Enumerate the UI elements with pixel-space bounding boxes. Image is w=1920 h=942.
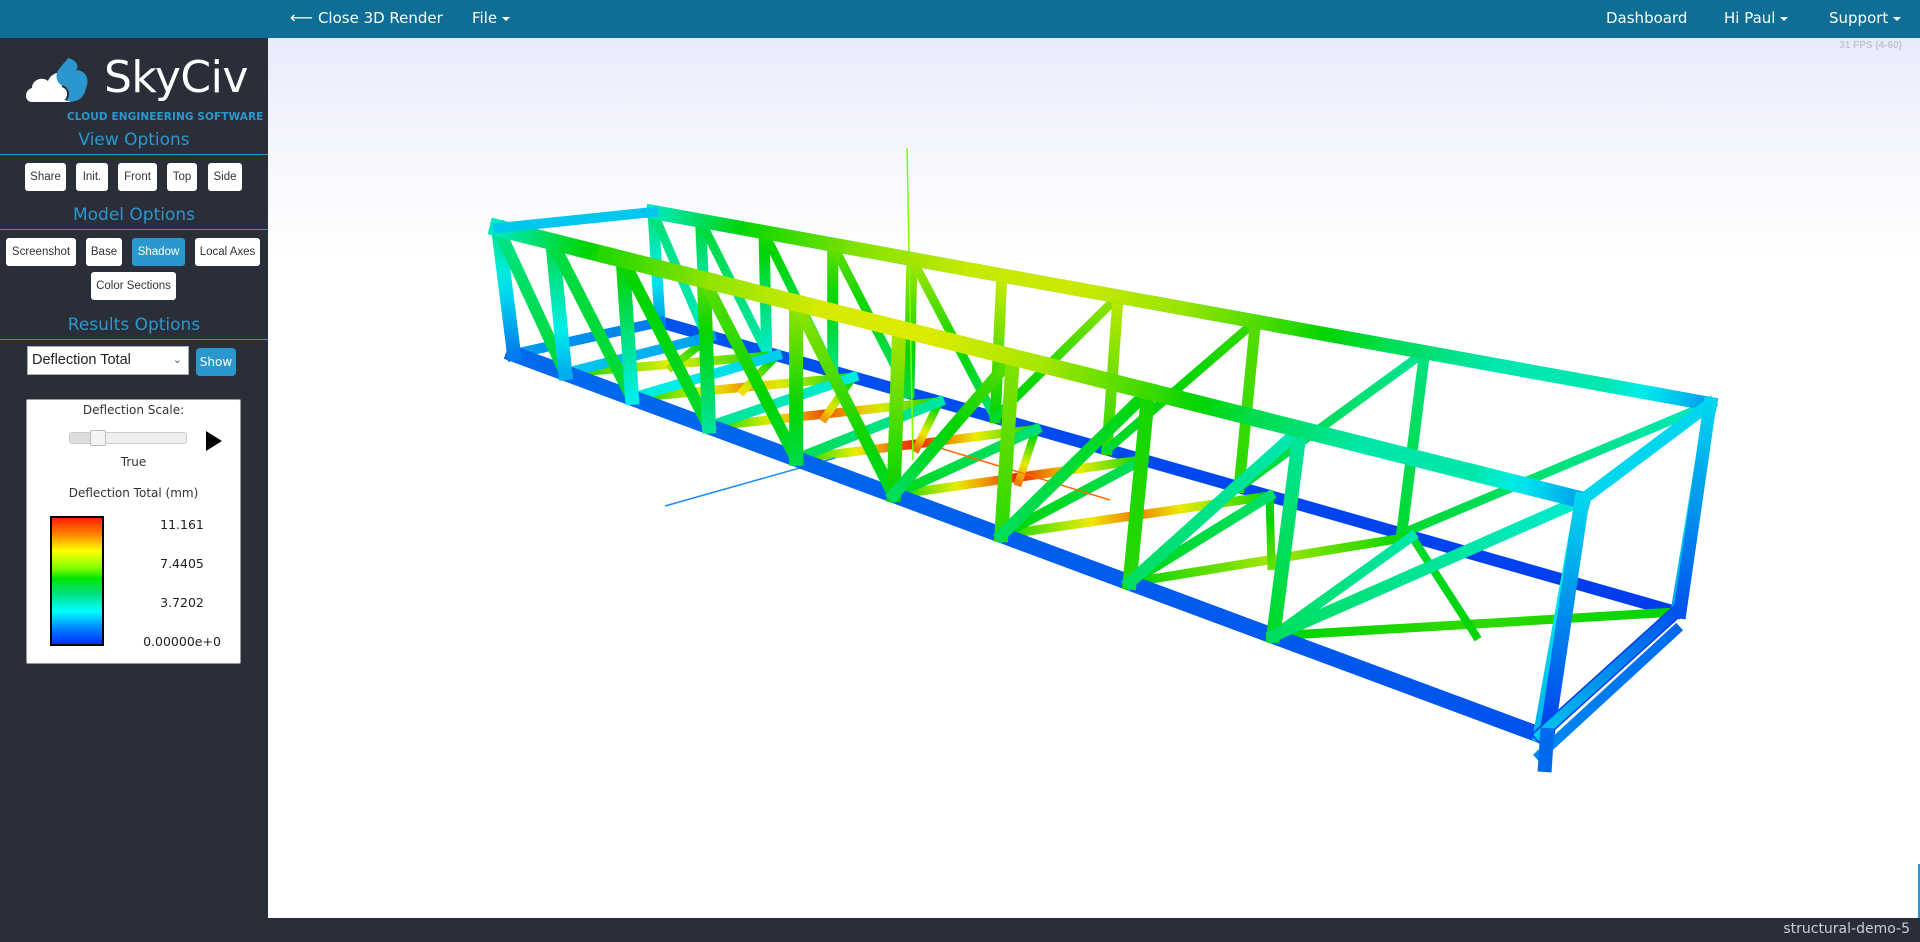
- deflection-scale-slider[interactable]: [69, 430, 187, 446]
- caret-down-icon: [1893, 16, 1902, 21]
- sidebar: SkyCiv CLOUD ENGINEERING SOFTWARE View O…: [0, 38, 268, 918]
- local-axes-button[interactable]: Local Axes: [195, 238, 260, 266]
- share-button[interactable]: Share: [25, 163, 66, 191]
- screenshot-button[interactable]: Screenshot: [6, 238, 76, 266]
- truss-3d-model[interactable]: [268, 38, 1920, 918]
- dashboard-label: Dashboard: [1606, 9, 1688, 27]
- back-top-chord-segment[interactable]: [961, 261, 1084, 297]
- end-post-foot[interactable]: [1537, 727, 1555, 773]
- file-menu[interactable]: File: [472, 0, 511, 38]
- front-vertical[interactable]: [886, 321, 907, 503]
- top-view-button[interactable]: Top: [167, 163, 197, 191]
- end-top-strut-left[interactable]: [492, 206, 659, 234]
- front-view-button[interactable]: Front: [118, 163, 157, 191]
- support-menu-label: Support: [1829, 9, 1889, 27]
- back-top-chord-segment[interactable]: [1173, 299, 1296, 336]
- side-view-button[interactable]: Side: [208, 163, 242, 191]
- back-top-chord-segment[interactable]: [644, 203, 767, 240]
- user-menu-label: Hi Paul: [1724, 9, 1776, 27]
- status-bar: structural-demo-5: [0, 918, 1920, 942]
- legend-tick-min: 0.00000e+0: [143, 634, 221, 649]
- results-options-title: Results Options: [67, 315, 201, 335]
- back-top-chord-segment[interactable]: [1279, 319, 1402, 355]
- view-options-title: View Options: [78, 130, 190, 150]
- color-sections-button[interactable]: Color Sections: [91, 272, 176, 300]
- deflection-scale-value: True: [120, 455, 147, 469]
- skyciv-logo[interactable]: SkyCiv CLOUD ENGINEERING SOFTWARE: [24, 48, 263, 123]
- logo-tagline: CLOUD ENGINEERING SOFTWARE: [67, 111, 264, 123]
- legend-tick: 3.7202: [160, 595, 204, 610]
- divider: [0, 154, 268, 155]
- init-view-button[interactable]: Init.: [76, 163, 108, 191]
- front-vertical[interactable]: [993, 349, 1021, 543]
- legend-tick-max: 11.161: [160, 517, 204, 532]
- back-top-chord-segment[interactable]: [1067, 280, 1190, 317]
- file-menu-label: File: [472, 9, 498, 27]
- floor-beam[interactable]: [508, 316, 666, 360]
- close-3d-render-link[interactable]: ⟵ Close 3D Render: [290, 0, 443, 38]
- play-animation-icon[interactable]: [206, 431, 222, 451]
- back-top-chord-segment[interactable]: [1490, 357, 1613, 393]
- support-menu[interactable]: Support: [1829, 0, 1902, 38]
- show-results-button[interactable]: Show: [196, 348, 236, 376]
- front-top-chord[interactable]: [1354, 435, 1484, 484]
- slider-thumb[interactable]: [90, 430, 107, 446]
- front-vertical[interactable]: [696, 272, 717, 434]
- end-post-back[interactable]: [1672, 396, 1718, 620]
- model-options-title: Model Options: [72, 205, 196, 225]
- close-3d-render-label: Close 3D Render: [317, 9, 443, 27]
- top-navbar: ⟵ Close 3D Render File Dashboard Hi Paul …: [0, 0, 1920, 38]
- color-scale-bar: [50, 516, 104, 646]
- result-type-value: Deflection Total: [32, 352, 131, 368]
- deck-brace[interactable]: [1469, 607, 1681, 629]
- legend-tick: 7.4405: [160, 556, 204, 571]
- front-top-chord[interactable]: [1029, 353, 1159, 402]
- user-menu[interactable]: Hi Paul: [1724, 0, 1789, 38]
- arrow-left-icon: ⟵: [290, 8, 313, 27]
- dashboard-link[interactable]: Dashboard: [1606, 0, 1687, 38]
- legend-title: Deflection Total (mm): [68, 486, 199, 500]
- front-vertical[interactable]: [1121, 383, 1157, 591]
- front-top-chord[interactable]: [1246, 408, 1376, 456]
- cloud-logo-icon: [26, 58, 88, 102]
- project-name: structural-demo-5: [1783, 921, 1910, 937]
- divider: [0, 229, 268, 230]
- back-top-chord-segment[interactable]: [856, 242, 979, 278]
- front-top-chord[interactable]: [921, 326, 1051, 375]
- divider: [0, 339, 268, 340]
- caret-down-icon: [1780, 16, 1789, 21]
- back-vertical[interactable]: [1395, 346, 1431, 540]
- back-top-chord-segment[interactable]: [1596, 376, 1719, 413]
- logo-name: SkyCiv: [104, 52, 248, 103]
- caret-down-icon: [502, 16, 511, 21]
- base-button[interactable]: Base: [86, 238, 122, 266]
- deck-brace[interactable]: [1265, 491, 1276, 571]
- back-vertical[interactable]: [1233, 315, 1262, 494]
- result-type-select[interactable]: Deflection Total ⌄: [27, 346, 189, 375]
- shadow-button[interactable]: Shadow: [132, 238, 185, 266]
- deflection-scale-label: Deflection Scale:: [82, 403, 185, 417]
- chevron-down-icon: ⌄: [172, 354, 182, 366]
- 3d-render-viewport[interactable]: 31 FPS (4-60): [268, 38, 1920, 918]
